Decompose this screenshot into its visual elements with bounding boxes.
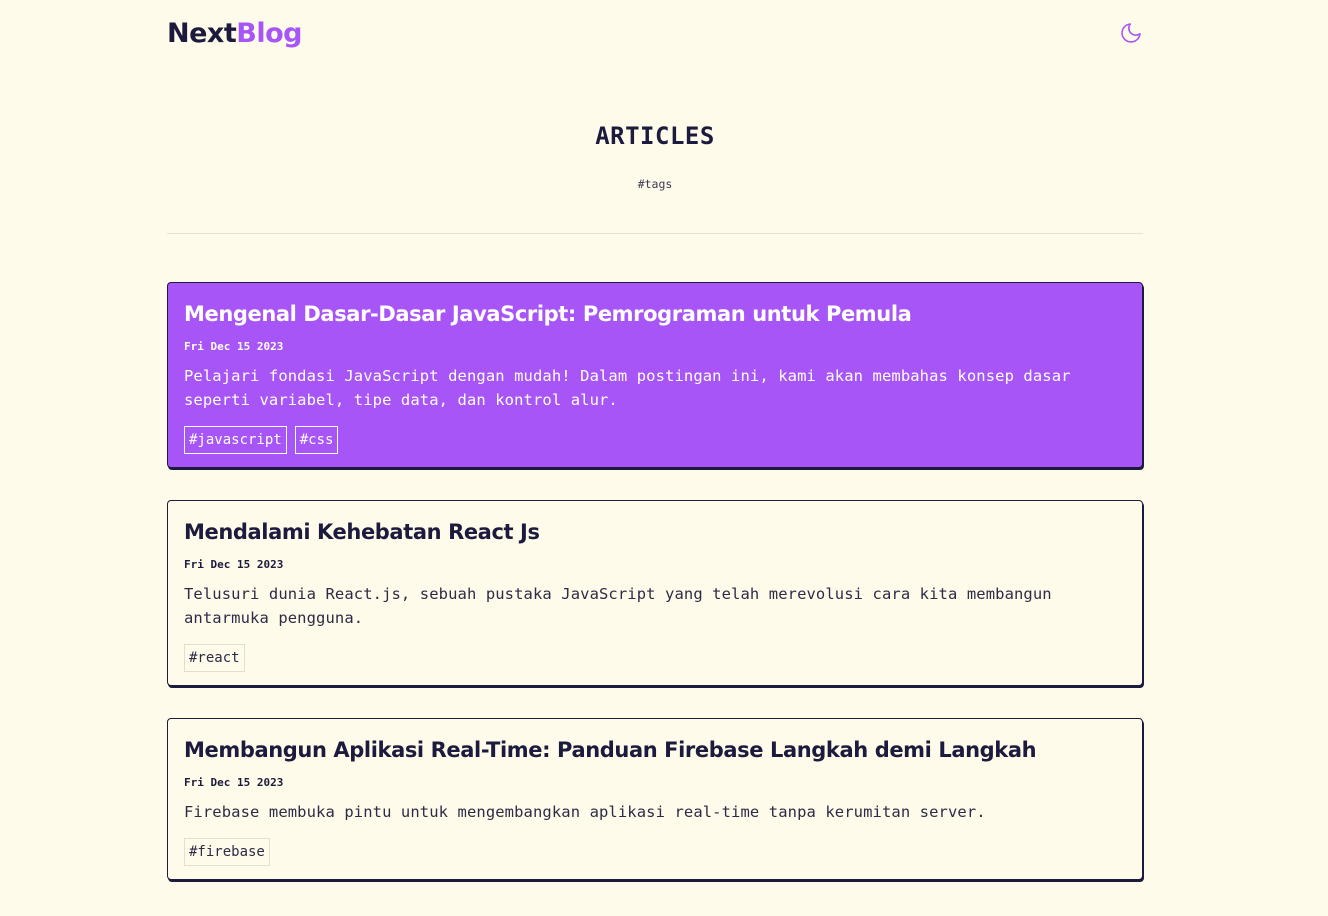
- page-title: ARTICLES: [595, 122, 715, 150]
- tags-link[interactable]: #tags: [638, 177, 673, 191]
- article-description: Pelajari fondasi JavaScript dengan mudah…: [184, 367, 1071, 409]
- moon-icon: [1121, 23, 1141, 43]
- site-logo[interactable]: NextBlog: [167, 20, 302, 47]
- article-title[interactable]: Membangun Aplikasi Real-Time: Panduan Fi…: [184, 736, 1126, 764]
- article-date: Fri Dec 15 2023: [184, 558, 284, 571]
- article-title[interactable]: Mengenal Dasar-Dasar JavaScript: Pemrogr…: [184, 300, 1126, 328]
- logo-text-blog: Blog: [236, 17, 302, 49]
- article-date: Fri Dec 15 2023: [184, 340, 284, 353]
- article-card[interactable]: Mendalami Kehebatan React Js Fri Dec 15 …: [167, 500, 1143, 686]
- tag-list: #firebase: [184, 838, 1126, 866]
- article-card[interactable]: Membangun Aplikasi Real-Time: Panduan Fi…: [167, 718, 1143, 880]
- article-card[interactable]: Mengenal Dasar-Dasar JavaScript: Pemrogr…: [167, 282, 1143, 468]
- tag-badge[interactable]: #react: [184, 644, 245, 672]
- tag-badge[interactable]: #firebase: [184, 838, 270, 866]
- article-list: Mengenal Dasar-Dasar JavaScript: Pemrogr…: [167, 282, 1143, 880]
- article-description: Telusuri dunia React.js, sebuah pustaka …: [184, 585, 1052, 627]
- article-title[interactable]: Mendalami Kehebatan React Js: [184, 518, 1126, 546]
- article-date: Fri Dec 15 2023: [184, 776, 284, 789]
- tag-list: #javascript #css: [184, 426, 1126, 454]
- logo-text-next: Next: [167, 17, 237, 49]
- page-hero: ARTICLES #tags: [167, 66, 1143, 233]
- tag-badge[interactable]: #css: [294, 426, 339, 454]
- divider: [167, 233, 1143, 234]
- theme-toggle-button[interactable]: [1119, 21, 1143, 45]
- article-description: Firebase membuka pintu untuk mengembangk…: [184, 803, 986, 821]
- tag-list: #react: [184, 644, 1126, 672]
- page-container: NextBlog ARTICLES #tags Mengenal Dasar-D…: [167, 0, 1143, 880]
- site-header: NextBlog: [167, 0, 1143, 66]
- tag-badge[interactable]: #javascript: [184, 426, 287, 454]
